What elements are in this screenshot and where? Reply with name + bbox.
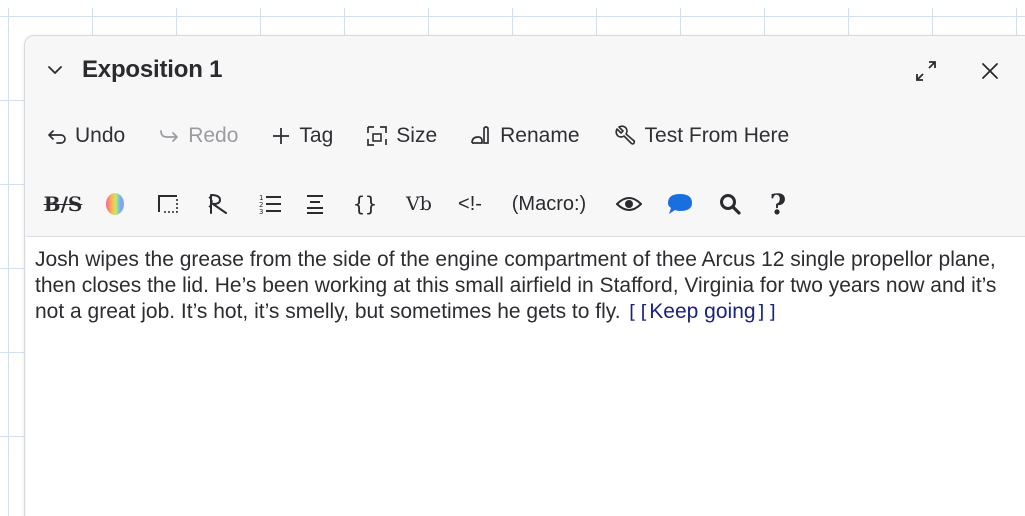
align-center-icon bbox=[307, 195, 323, 214]
undo-button[interactable]: Undo bbox=[47, 124, 125, 148]
svg-text:3: 3 bbox=[259, 208, 263, 216]
border-icon bbox=[158, 195, 178, 213]
tag-button[interactable]: Tag bbox=[271, 124, 333, 148]
braces-button[interactable]: {} bbox=[337, 186, 393, 222]
help-button[interactable]: ? bbox=[755, 186, 801, 222]
comment-button[interactable] bbox=[655, 186, 705, 222]
transition-icon bbox=[208, 194, 227, 214]
redo-label: Redo bbox=[188, 124, 239, 147]
passage-text[interactable]: Josh wipes the grease from the side of t… bbox=[35, 247, 1010, 325]
find-button[interactable] bbox=[705, 186, 755, 222]
redo-icon bbox=[160, 130, 179, 142]
passage-text-editor[interactable]: Josh wipes the grease from the side of t… bbox=[26, 236, 1025, 516]
html-comment-button[interactable]: <!- bbox=[445, 186, 495, 222]
macro-label: (Macro:) bbox=[511, 192, 587, 215]
border-button[interactable] bbox=[145, 186, 191, 222]
plus-icon bbox=[273, 128, 290, 144]
format-toolbar: B/S 1 2 3 {} Vb <!- (Macro:) ? bbox=[41, 184, 801, 224]
test-from-here-label: Test From Here bbox=[644, 124, 790, 147]
list-button[interactable]: 1 2 3 bbox=[247, 186, 293, 222]
chevron-down-icon[interactable] bbox=[47, 62, 63, 78]
vb-button[interactable]: Vb bbox=[393, 186, 445, 222]
rename-button[interactable]: Rename bbox=[470, 124, 580, 148]
braces-label: {} bbox=[352, 192, 378, 216]
passage-link[interactable]: [[Keep going]] bbox=[626, 300, 779, 323]
color-button[interactable] bbox=[85, 186, 145, 222]
link-open: [[ bbox=[626, 301, 650, 323]
undo-icon bbox=[48, 130, 66, 144]
rename-icon bbox=[471, 126, 489, 144]
vb-label: Vb bbox=[406, 193, 432, 215]
speech-bubble-icon bbox=[668, 194, 692, 214]
numbered-list-icon: 1 2 3 bbox=[259, 194, 281, 216]
dialog-titlebar: Exposition 1 bbox=[25, 36, 1025, 108]
bold-strike-label: B/S bbox=[43, 192, 83, 216]
macro-button[interactable]: (Macro:) bbox=[495, 186, 603, 222]
help-label: ? bbox=[769, 187, 787, 221]
wrench-icon bbox=[614, 125, 635, 145]
transition-button[interactable] bbox=[191, 186, 247, 222]
dialog-title: Exposition 1 bbox=[82, 56, 223, 83]
size-icon bbox=[367, 126, 388, 146]
rename-label: Rename bbox=[500, 124, 580, 147]
size-button[interactable]: Size bbox=[366, 124, 437, 148]
search-icon bbox=[720, 194, 741, 215]
color-wheel-icon bbox=[106, 193, 124, 215]
top-strip bbox=[0, 0, 1025, 8]
redo-button[interactable]: Redo bbox=[158, 124, 238, 148]
main-toolbar: Undo Redo Tag Size Rename Test From Here bbox=[47, 120, 822, 152]
undo-label: Undo bbox=[75, 124, 126, 147]
maximize-icon[interactable] bbox=[914, 59, 938, 83]
eye-icon bbox=[616, 197, 642, 211]
test-from-here-button[interactable]: Test From Here bbox=[613, 124, 790, 148]
passage-body: Josh wipes the grease from the side of t… bbox=[35, 248, 997, 323]
html-comment-label: <!- bbox=[458, 192, 482, 215]
passage-edit-dialog: Exposition 1 Undo Redo Tag Size Rename T… bbox=[24, 35, 1025, 516]
link-text: Keep going bbox=[649, 300, 756, 323]
link-close: ]] bbox=[755, 301, 779, 323]
tag-label: Tag bbox=[299, 124, 334, 147]
align-button[interactable] bbox=[293, 186, 337, 222]
bold-strike-button[interactable]: B/S bbox=[41, 186, 85, 222]
close-icon[interactable] bbox=[979, 60, 1001, 82]
size-label: Size bbox=[396, 124, 438, 147]
preview-button[interactable] bbox=[603, 186, 655, 222]
